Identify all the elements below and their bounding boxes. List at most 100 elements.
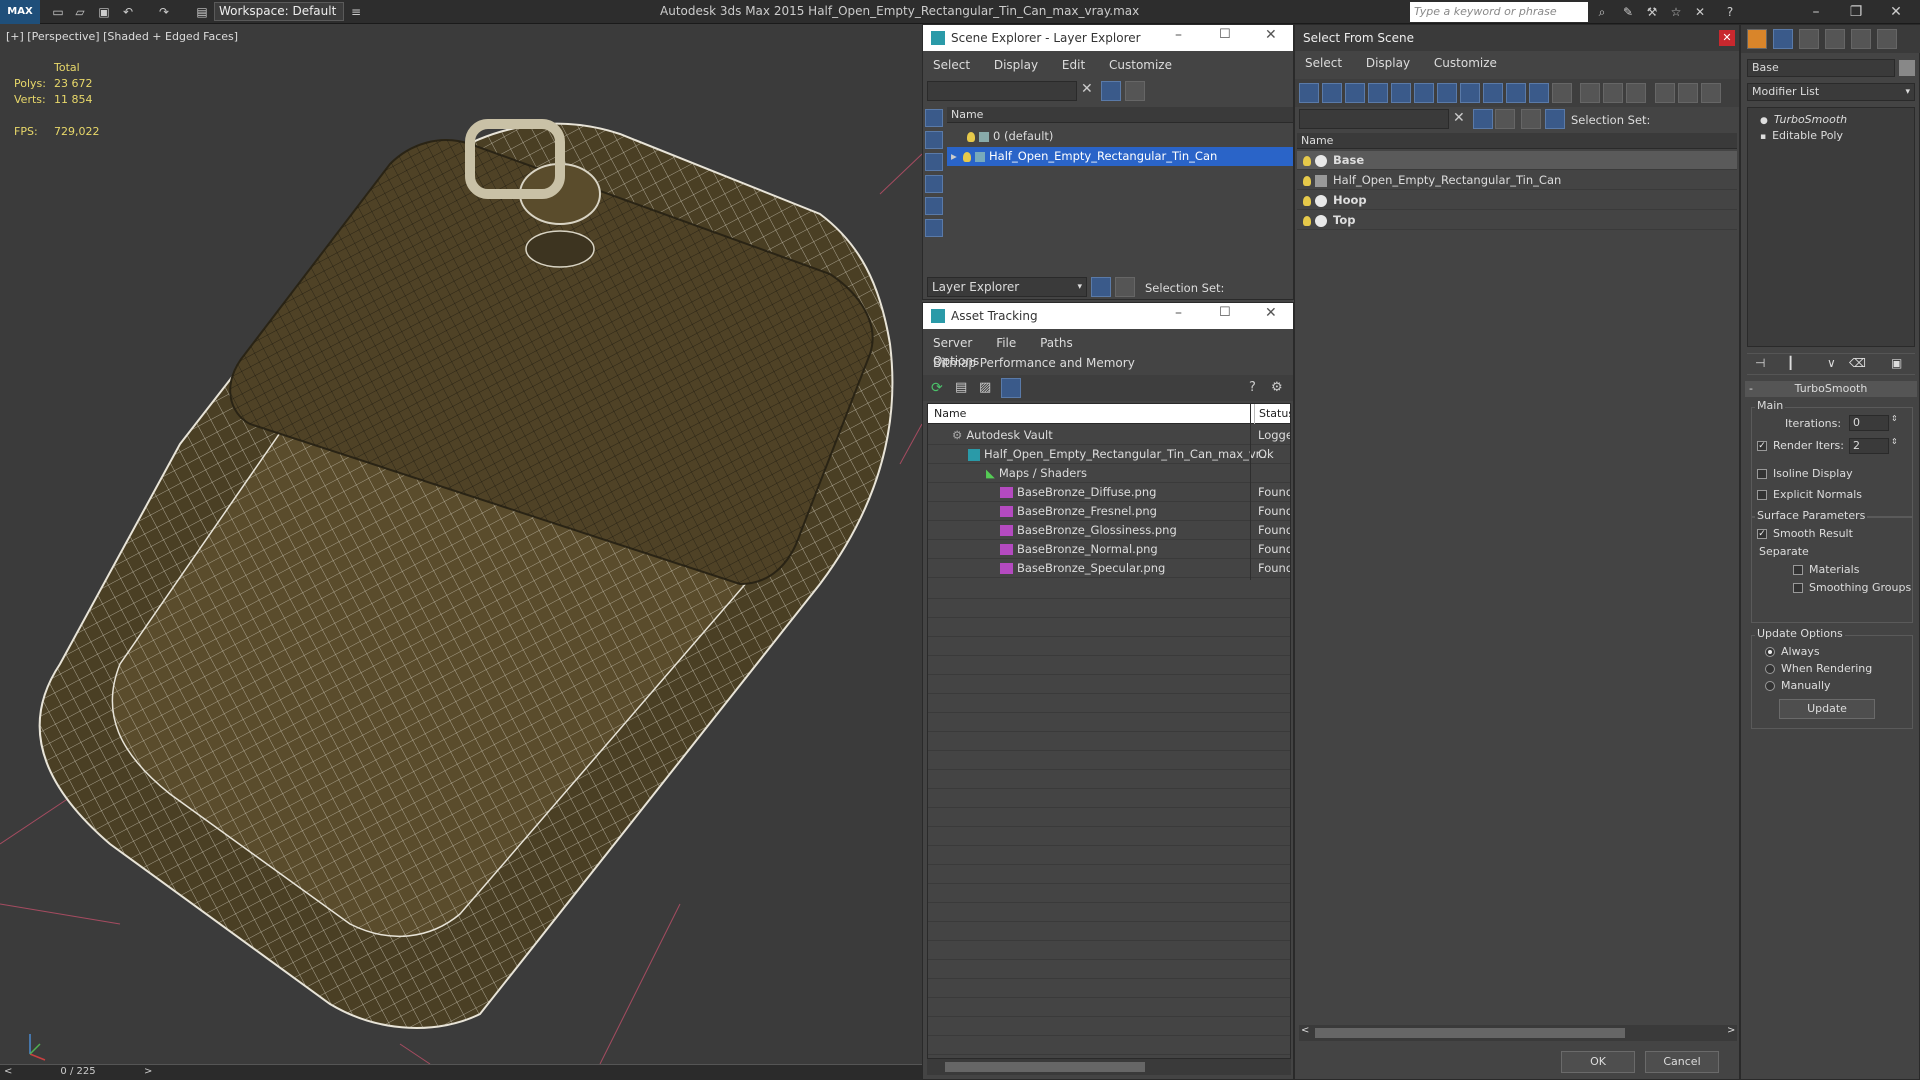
smoothing-groups-checkbox[interactable] xyxy=(1793,583,1803,593)
asset-tracking-title[interactable]: Asset Tracking xyxy=(923,303,1293,329)
menu-paths[interactable]: Paths xyxy=(1030,333,1083,353)
always-row[interactable]: Always xyxy=(1765,645,1820,658)
explicit-normals-checkbox[interactable] xyxy=(1757,490,1767,500)
layers-icon[interactable] xyxy=(1521,109,1541,129)
modifier-list-dropdown[interactable]: Modifier List ▾ xyxy=(1747,83,1915,101)
select-invert-icon[interactable] xyxy=(1626,83,1646,103)
object-row[interactable]: Base xyxy=(1297,151,1737,170)
select-all-icon[interactable] xyxy=(1580,83,1600,103)
viewport-label[interactable]: [+] [Perspective] [Shaded + Edged Faces] xyxy=(6,30,238,43)
remove-modifier-icon[interactable]: ⌫ xyxy=(1849,356,1866,370)
asset-row[interactable]: BaseBronze_Glossiness.png Found xyxy=(928,521,1290,540)
filter-icon[interactable] xyxy=(1655,83,1675,103)
hierarchy-icon[interactable] xyxy=(1545,109,1565,129)
asset-row[interactable]: BaseBronze_Fresnel.png Found xyxy=(928,502,1290,521)
filter-toggle-icon[interactable] xyxy=(1473,109,1493,129)
asset-row[interactable]: Half_Open_Empty_Rectangular_Tin_Can_max_… xyxy=(928,445,1290,464)
tools-icon[interactable]: ✎ xyxy=(1620,4,1636,20)
scroll-left-icon[interactable]: < xyxy=(1301,1025,1309,1036)
light-bulb-icon[interactable] xyxy=(1303,175,1311,186)
menu-edit[interactable]: Edit xyxy=(1052,55,1095,75)
asset-row[interactable]: BaseBronze_Diffuse.png Found xyxy=(928,483,1290,502)
columns-icon[interactable] xyxy=(1701,83,1721,103)
ok-button[interactable]: OK xyxy=(1561,1051,1635,1073)
hierarchy-icon[interactable] xyxy=(1115,277,1135,297)
motion-tab-icon[interactable] xyxy=(1825,29,1845,49)
expand-icon[interactable]: ▪ xyxy=(1760,132,1766,142)
close-x-icon[interactable]: ✕ xyxy=(1692,4,1708,20)
smooth-result-checkbox[interactable]: ✓ xyxy=(1757,529,1767,539)
when-rendering-row[interactable]: When Rendering xyxy=(1765,662,1872,675)
display-all-icon[interactable] xyxy=(925,131,943,149)
list-view-icon[interactable]: ▤ xyxy=(955,380,967,395)
time-prev-icon[interactable]: < xyxy=(4,1066,12,1077)
display-frozen-icon[interactable] xyxy=(1552,83,1572,103)
light-bulb-icon[interactable] xyxy=(963,151,971,162)
display-none-icon[interactable] xyxy=(1299,83,1319,103)
object-color-swatch[interactable] xyxy=(1899,60,1915,76)
hierarchy-icon[interactable] xyxy=(1678,83,1698,103)
asset-row[interactable]: ⚙Autodesk Vault Logged xyxy=(928,426,1290,445)
close-icon[interactable]: ✕ xyxy=(1719,30,1735,46)
search-input[interactable]: Type a keyword or phrase xyxy=(1410,2,1588,22)
object-row[interactable]: Half_Open_Empty_Rectangular_Tin_Can xyxy=(1297,171,1737,190)
utilities-tab-icon[interactable] xyxy=(1877,29,1897,49)
display-none-icon[interactable] xyxy=(925,109,943,127)
layer-filter-icon[interactable] xyxy=(1495,109,1515,129)
menu-customize[interactable]: Customize xyxy=(1424,53,1507,73)
display-shapes-icon[interactable] xyxy=(925,175,943,193)
scroll-right-icon[interactable]: > xyxy=(1727,1025,1735,1036)
minimize-button[interactable]: – xyxy=(1796,0,1836,24)
image-view-icon[interactable]: ▨ xyxy=(979,380,991,395)
display-shapes-icon[interactable] xyxy=(1345,83,1365,103)
scene-layer-row[interactable]: ▸ Half_Open_Empty_Rectangular_Tin_Can xyxy=(947,147,1293,166)
light-bulb-icon[interactable] xyxy=(1303,195,1311,206)
render-iters-checkbox[interactable]: ✓ xyxy=(1757,441,1767,451)
display-bones-icon[interactable] xyxy=(1506,83,1526,103)
manually-row[interactable]: Manually xyxy=(1765,679,1831,692)
filter-icon[interactable] xyxy=(1101,81,1121,101)
display-geometry-icon[interactable] xyxy=(1322,83,1342,103)
scene-search-field[interactable] xyxy=(927,81,1077,101)
always-radio[interactable] xyxy=(1765,647,1775,657)
select-none-icon[interactable] xyxy=(1603,83,1623,103)
display-lights-icon[interactable] xyxy=(925,197,943,215)
scene-layer-row[interactable]: 0 (default) xyxy=(947,127,1293,146)
redo-icon[interactable]: ↷ xyxy=(156,4,172,20)
cancel-button[interactable]: Cancel xyxy=(1645,1051,1719,1073)
object-column-name[interactable]: Name xyxy=(1297,133,1737,149)
smooth-result-row[interactable]: ✓ Smooth Result xyxy=(1757,527,1853,540)
materials-row[interactable]: Materials xyxy=(1793,563,1859,576)
close-button[interactable]: ✕ xyxy=(1876,0,1916,24)
light-bulb-icon[interactable] xyxy=(1303,155,1311,166)
display-groups-icon[interactable] xyxy=(1460,83,1480,103)
explicit-normals-row[interactable]: Explicit Normals xyxy=(1757,488,1862,501)
menu-options[interactable]: Options xyxy=(923,351,989,371)
table-view-icon[interactable] xyxy=(1001,378,1021,398)
asset-row[interactable]: BaseBronze_Normal.png Found xyxy=(928,540,1290,559)
object-row[interactable]: Top xyxy=(1297,211,1737,230)
scrollbar-thumb[interactable] xyxy=(945,1062,1145,1072)
light-bulb-icon[interactable] xyxy=(1303,215,1311,226)
undo-icon[interactable]: ↶ xyxy=(120,4,136,20)
app-logo[interactable]: MAX xyxy=(0,0,40,24)
hierarchy-tab-icon[interactable] xyxy=(1799,29,1819,49)
close-icon[interactable]: ✕ xyxy=(1265,305,1277,321)
render-iters-spinner[interactable]: 2 xyxy=(1849,438,1889,454)
display-containers-icon[interactable] xyxy=(1529,83,1549,103)
time-slider[interactable]: < 0 / 225 > xyxy=(0,1064,922,1080)
time-next-icon[interactable]: > xyxy=(144,1066,152,1077)
display-geometry-icon[interactable] xyxy=(925,153,943,171)
menu-display[interactable]: Display xyxy=(984,55,1048,75)
configure-sets-icon[interactable]: ▣ xyxy=(1891,356,1902,370)
favorites-star-icon[interactable]: ☆ xyxy=(1668,4,1684,20)
show-end-result-icon[interactable]: ┃ xyxy=(1787,356,1794,370)
display-cameras-icon[interactable] xyxy=(1391,83,1411,103)
clear-search-icon[interactable]: ✕ xyxy=(1081,81,1093,97)
modify-tab-icon[interactable] xyxy=(1773,29,1793,49)
settings-icon[interactable]: ⚙ xyxy=(1271,380,1283,395)
object-name-field[interactable]: Base xyxy=(1747,59,1895,77)
object-row[interactable]: Hoop xyxy=(1297,191,1737,210)
display-helpers-icon[interactable] xyxy=(1414,83,1434,103)
asset-col-name[interactable]: Name xyxy=(934,404,966,424)
